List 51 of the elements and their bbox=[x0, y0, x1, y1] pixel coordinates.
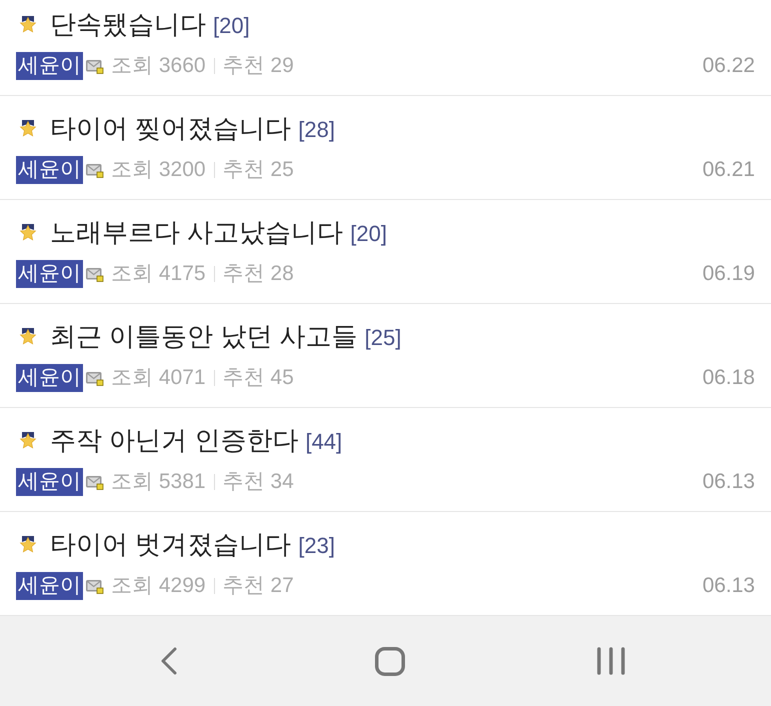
post-title: 최근 이틀동안 났던 사고들 bbox=[50, 320, 358, 352]
post-title: 타이어 찢어졌습니다 bbox=[50, 112, 292, 144]
post-title: 단속됐습니다 bbox=[50, 8, 206, 40]
recommend-count: 추천 25 bbox=[222, 157, 294, 183]
mail-icon bbox=[86, 58, 104, 74]
author-name: 세윤이 bbox=[16, 52, 83, 80]
post-date: 06.19 bbox=[702, 261, 755, 287]
author-name: 세윤이 bbox=[16, 156, 83, 184]
post-title: 노래부르다 사고났습니다 bbox=[50, 216, 344, 248]
star-icon bbox=[19, 224, 37, 242]
post-date: 06.18 bbox=[702, 365, 755, 391]
star-icon bbox=[19, 120, 37, 138]
post-date: 06.21 bbox=[702, 157, 755, 183]
post-title: 타이어 벗겨졌습니다 bbox=[50, 528, 292, 560]
star-icon bbox=[19, 432, 37, 450]
view-count: 조회 4175 bbox=[111, 261, 206, 287]
mail-icon bbox=[86, 370, 104, 386]
comment-count: [25] bbox=[364, 324, 402, 352]
post-date: 06.13 bbox=[702, 469, 755, 495]
view-count: 조회 3660 bbox=[111, 53, 206, 79]
recent-apps-icon bbox=[597, 647, 625, 675]
author-name: 세윤이 bbox=[16, 364, 83, 392]
comment-count: [20] bbox=[213, 12, 250, 40]
comment-count: [20] bbox=[350, 220, 387, 248]
comment-count: [44] bbox=[305, 428, 342, 456]
comment-count: [23] bbox=[298, 532, 335, 560]
post-date: 06.22 bbox=[702, 53, 755, 79]
post-date: 06.13 bbox=[702, 573, 755, 599]
star-icon bbox=[19, 328, 37, 346]
star-icon bbox=[19, 536, 37, 554]
view-count: 조회 4071 bbox=[111, 365, 206, 391]
view-count: 조회 4299 bbox=[111, 573, 206, 599]
author-name: 세윤이 bbox=[16, 260, 83, 288]
view-count: 조회 3200 bbox=[111, 157, 206, 183]
recommend-count: 추천 27 bbox=[222, 573, 294, 599]
mail-icon bbox=[86, 474, 104, 490]
recommend-count: 추천 28 bbox=[222, 261, 294, 287]
recommend-count: 추천 45 bbox=[222, 365, 294, 391]
author-name: 세윤이 bbox=[16, 572, 83, 600]
author-name: 세윤이 bbox=[16, 468, 83, 496]
recommend-count: 추천 29 bbox=[222, 53, 294, 79]
recommend-count: 추천 34 bbox=[222, 469, 294, 495]
star-icon bbox=[19, 16, 37, 34]
home-icon bbox=[375, 646, 405, 676]
mail-icon bbox=[86, 578, 104, 594]
comment-count: [28] bbox=[298, 116, 335, 144]
post-title: 주작 아닌거 인증한다 bbox=[50, 424, 298, 456]
mail-icon bbox=[86, 266, 104, 282]
back-icon bbox=[160, 647, 178, 675]
mail-icon bbox=[86, 162, 104, 178]
view-count: 조회 5381 bbox=[111, 469, 206, 495]
